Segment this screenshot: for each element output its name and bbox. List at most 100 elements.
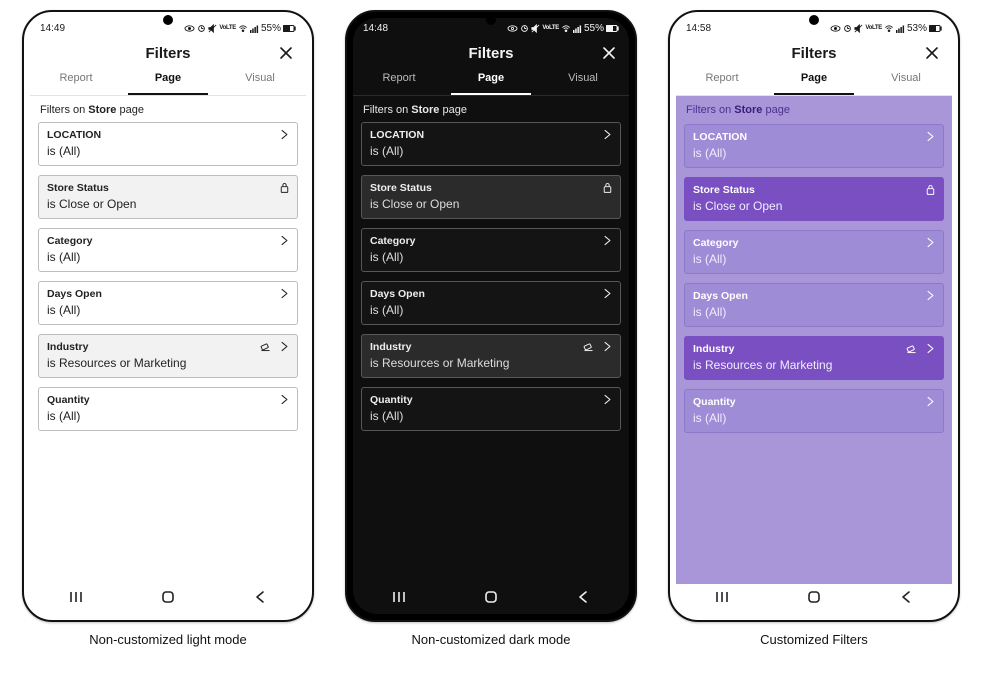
- filter-card[interactable]: Quantity is (All): [361, 387, 621, 431]
- filter-card[interactable]: Store Status is Close or Open: [684, 177, 944, 221]
- filter-card-icons: [278, 287, 291, 305]
- nav-recent-button[interactable]: [714, 589, 730, 610]
- nav-back-icon: [252, 589, 268, 605]
- close-icon: [924, 45, 940, 61]
- nav-recent-button[interactable]: [391, 589, 407, 610]
- filter-card-icons: [601, 181, 614, 199]
- filter-name: Quantity: [370, 394, 612, 406]
- page-title: Filters: [145, 45, 190, 62]
- filter-card-icons: [924, 183, 937, 201]
- filter-name: Days Open: [693, 290, 935, 302]
- section-title-page-name: Store: [88, 104, 116, 116]
- nav-home-button[interactable]: [806, 589, 822, 610]
- status-right: VoLTE 53%: [830, 23, 942, 34]
- filter-card-icons: [278, 128, 291, 146]
- filter-card[interactable]: Category is (All): [38, 228, 298, 272]
- stage: { "captions": { "light": "Non-customized…: [0, 0, 982, 676]
- close-button[interactable]: [274, 41, 298, 65]
- filter-value: is (All): [693, 252, 935, 266]
- android-nav-bar: [353, 584, 629, 614]
- filter-name: Quantity: [47, 394, 289, 406]
- status-volte: VoLTE: [219, 25, 236, 31]
- page-title: Filters: [791, 45, 836, 62]
- filter-card[interactable]: Industry is Resources or Marketing: [38, 334, 298, 378]
- status-right: VoLTE 55%: [184, 23, 296, 34]
- filter-name: Days Open: [47, 288, 289, 300]
- filter-name: Industry: [47, 341, 289, 353]
- filter-card-icons: [582, 340, 614, 358]
- section-title: Filters on Store page: [353, 96, 629, 122]
- filter-card[interactable]: Store Status is Close or Open: [361, 175, 621, 219]
- status-battery-pct: 53%: [907, 23, 927, 34]
- filter-value: is (All): [47, 250, 289, 264]
- filter-value: is Resources or Marketing: [693, 358, 935, 372]
- mute-icon: [208, 24, 217, 33]
- eraser-icon: [259, 340, 272, 358]
- filter-list[interactable]: LOCATION is (All) Store Status is Close …: [30, 122, 306, 584]
- nav-home-icon: [483, 589, 499, 605]
- nav-back-button[interactable]: [575, 589, 591, 610]
- close-button[interactable]: [597, 41, 621, 65]
- tab-page[interactable]: Page: [768, 68, 860, 96]
- nav-back-icon: [575, 589, 591, 605]
- filter-card[interactable]: Days Open is (All): [361, 281, 621, 325]
- chevron-right-icon: [601, 128, 614, 146]
- filter-value: is (All): [47, 409, 289, 423]
- tab-page[interactable]: Page: [122, 68, 214, 96]
- filter-list[interactable]: LOCATION is (All) Store Status is Close …: [676, 122, 952, 584]
- eraser-icon: [905, 342, 918, 360]
- nav-back-button[interactable]: [252, 589, 268, 610]
- filter-card[interactable]: Quantity is (All): [684, 389, 944, 433]
- filter-card[interactable]: Category is (All): [361, 228, 621, 272]
- tab-report[interactable]: Report: [676, 68, 768, 96]
- tab-visual[interactable]: Visual: [214, 68, 306, 96]
- tab-visual[interactable]: Visual: [860, 68, 952, 96]
- filter-card[interactable]: LOCATION is (All): [361, 122, 621, 166]
- nav-home-button[interactable]: [160, 589, 176, 610]
- status-volte: VoLTE: [865, 25, 882, 31]
- chevron-right-icon: [924, 236, 937, 254]
- tab-report[interactable]: Report: [30, 68, 122, 96]
- chevron-right-icon: [601, 287, 614, 305]
- filter-name: Store Status: [693, 184, 935, 196]
- filter-card[interactable]: Industry is Resources or Marketing: [684, 336, 944, 380]
- filter-card[interactable]: Quantity is (All): [38, 387, 298, 431]
- filter-card[interactable]: Category is (All): [684, 230, 944, 274]
- phone-screen: 14:49 VoLTE 55% Filters: [30, 18, 306, 614]
- filter-value: is (All): [370, 250, 612, 264]
- tab-page[interactable]: Page: [445, 68, 537, 96]
- close-button[interactable]: [920, 41, 944, 65]
- chevron-right-icon: [924, 395, 937, 413]
- filter-card[interactable]: Days Open is (All): [38, 281, 298, 325]
- alarm-icon: [520, 24, 529, 33]
- nav-recent-button[interactable]: [68, 589, 84, 610]
- filter-card-icons: [924, 395, 937, 413]
- tab-report[interactable]: Report: [353, 68, 445, 96]
- chevron-right-icon: [924, 289, 937, 307]
- filter-name: Industry: [370, 341, 612, 353]
- nav-back-button[interactable]: [898, 589, 914, 610]
- filter-card[interactable]: Store Status is Close or Open: [38, 175, 298, 219]
- filter-card[interactable]: LOCATION is (All): [684, 124, 944, 168]
- section-title-suffix: page: [762, 104, 790, 116]
- caption-custom: Customized Filters: [668, 632, 960, 647]
- filter-value: is Close or Open: [47, 197, 289, 211]
- phone-screen: 14:48 VoLTE 55% Filters: [353, 18, 629, 614]
- filter-list[interactable]: LOCATION is (All) Store Status is Close …: [353, 122, 629, 584]
- filter-card[interactable]: Days Open is (All): [684, 283, 944, 327]
- filter-card[interactable]: LOCATION is (All): [38, 122, 298, 166]
- filter-value: is Close or Open: [370, 197, 612, 211]
- filter-card[interactable]: Industry is Resources or Marketing: [361, 334, 621, 378]
- status-battery-pct: 55%: [261, 23, 281, 34]
- filter-value: is (All): [370, 144, 612, 158]
- page-title: Filters: [468, 45, 513, 62]
- filter-value: is (All): [370, 409, 612, 423]
- filter-name: Industry: [693, 343, 935, 355]
- wifi-icon: [561, 24, 571, 33]
- tab-visual[interactable]: Visual: [537, 68, 629, 96]
- nav-home-button[interactable]: [483, 589, 499, 610]
- filter-card-icons: [601, 287, 614, 305]
- section-title-suffix: page: [439, 104, 467, 116]
- lock-icon: [924, 183, 937, 201]
- filter-card-icons: [924, 289, 937, 307]
